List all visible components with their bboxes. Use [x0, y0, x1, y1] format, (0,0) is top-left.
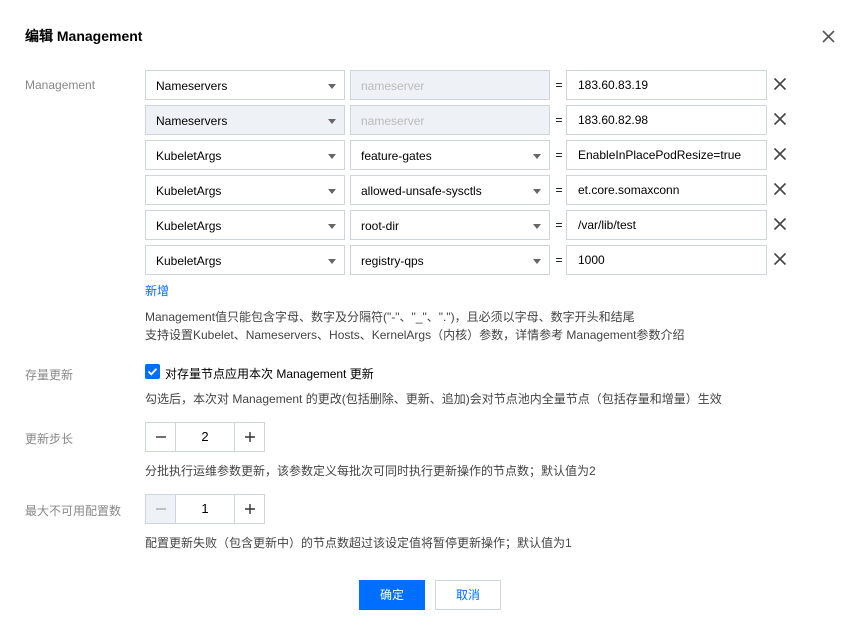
- max-unavailable-tip: 配置更新失败（包含更新中）的节点数超过该设定值将暂停更新操作；默认值为1: [145, 536, 572, 550]
- management-tip-line1: Management值只能包含字母、数字及分隔符("-"、"_"、".")，且必…: [145, 310, 635, 324]
- update-step-stepper: 2: [145, 422, 265, 452]
- delete-row-icon[interactable]: [773, 147, 787, 161]
- management-row: KubeletArgs allowed-unsafe-sysctls = et.cor…: [145, 175, 805, 205]
- caret-down-icon: [533, 189, 541, 194]
- max-unavailable-input[interactable]: 1: [176, 495, 234, 523]
- caret-down-icon: [328, 259, 336, 264]
- management-type-value: Nameservers: [156, 114, 228, 128]
- caret-down-icon: [328, 154, 336, 159]
- caret-down-icon: [328, 84, 336, 89]
- delete-row-icon[interactable]: [773, 112, 787, 126]
- management-key-value: nameserver: [361, 79, 425, 93]
- update-step-increment-button[interactable]: [234, 423, 264, 451]
- management-value-input[interactable]: /var/lib/test: [566, 210, 767, 240]
- management-key-select[interactable]: feature-gates: [350, 140, 550, 170]
- management-type-select[interactable]: KubeletArgs: [145, 175, 345, 205]
- management-type-select[interactable]: Nameservers: [145, 70, 345, 100]
- management-tip-line2: 支持设置Kubelet、Nameservers、Hosts、KernelArgs…: [145, 328, 685, 342]
- management-row: Nameservers nameserver = 183.60.82.98: [145, 105, 805, 135]
- management-row: KubeletArgs registry-qps = 1000: [145, 245, 805, 275]
- management-key-value: allowed-unsafe-sysctls: [361, 184, 482, 198]
- delete-row-icon[interactable]: [773, 252, 787, 266]
- management-type-value: KubeletArgs: [156, 149, 222, 163]
- caret-down-icon: [533, 259, 541, 264]
- stock-update-checkbox-label[interactable]: 对存量节点应用本次 Management 更新: [165, 365, 374, 382]
- caret-down-icon: [328, 224, 336, 229]
- plus-icon: [245, 504, 255, 514]
- equals-sign: =: [555, 78, 563, 92]
- management-key-select[interactable]: registry-qps: [350, 245, 550, 275]
- management-type-select[interactable]: Nameservers: [145, 105, 345, 135]
- management-type-select[interactable]: KubeletArgs: [145, 140, 345, 170]
- max-unavailable-stepper: 1: [145, 494, 265, 524]
- update-step-input[interactable]: 2: [176, 423, 234, 451]
- management-value-input[interactable]: EnableInPlacePodResize=true: [566, 140, 767, 170]
- stock-update-checkbox[interactable]: [145, 364, 160, 379]
- confirm-button[interactable]: 确定: [359, 580, 425, 610]
- update-step-decrement-button[interactable]: [146, 423, 176, 451]
- management-type-value: KubeletArgs: [156, 219, 222, 233]
- delete-row-icon[interactable]: [773, 217, 787, 231]
- management-key-value: registry-qps: [361, 254, 424, 268]
- delete-row-icon[interactable]: [773, 182, 787, 196]
- update-step-tip: 分批执行运维参数更新，该参数定义每批次可同时执行更新操作的节点数；默认值为2: [145, 464, 596, 478]
- management-key-value: feature-gates: [361, 149, 432, 163]
- check-icon: [147, 368, 158, 376]
- management-type-value: KubeletArgs: [156, 254, 222, 268]
- management-value-input[interactable]: 183.60.83.19: [566, 70, 767, 100]
- management-row: Nameservers nameserver = 183.60.83.19: [145, 70, 805, 100]
- management-key-select[interactable]: root-dir: [350, 210, 550, 240]
- management-value-input[interactable]: et.core.somaxconn: [566, 175, 767, 205]
- equals-sign: =: [555, 113, 563, 127]
- caret-down-icon: [533, 224, 541, 229]
- max-unavailable-decrement-button[interactable]: [146, 495, 176, 523]
- max-unavailable-increment-button[interactable]: [234, 495, 264, 523]
- management-key-select[interactable]: allowed-unsafe-sysctls: [350, 175, 550, 205]
- minus-icon: [156, 508, 166, 510]
- equals-sign: =: [555, 253, 563, 267]
- equals-sign: =: [555, 183, 563, 197]
- management-row: KubeletArgs feature-gates = EnableInPlacePo…: [145, 140, 805, 170]
- management-label: Management: [25, 78, 96, 92]
- management-type-value: Nameservers: [156, 79, 228, 93]
- dialog-title: 编辑 Management: [25, 28, 143, 44]
- management-type-select[interactable]: KubeletArgs: [145, 210, 345, 240]
- minus-icon: [156, 436, 166, 438]
- delete-row-icon[interactable]: [773, 77, 787, 91]
- plus-icon: [245, 432, 255, 442]
- management-row: KubeletArgs root-dir =/var/lib/test: [145, 210, 805, 240]
- add-management-link[interactable]: 新增: [145, 282, 169, 299]
- equals-sign: =: [555, 218, 563, 232]
- management-value-input[interactable]: 183.60.82.98: [566, 105, 767, 135]
- stock-update-tip: 勾选后，本次对 Management 的更改(包括删除、更新、追加)会对节点池内…: [145, 392, 722, 406]
- management-value-input[interactable]: 1000: [566, 245, 767, 275]
- management-type-select[interactable]: KubeletArgs: [145, 245, 345, 275]
- caret-down-icon: [328, 119, 336, 124]
- management-key-select[interactable]: nameserver: [350, 70, 550, 100]
- caret-down-icon: [533, 154, 541, 159]
- stock-update-label: 存量更新: [25, 368, 74, 382]
- cancel-button[interactable]: 取消: [435, 580, 501, 610]
- management-key-select[interactable]: nameserver: [350, 105, 550, 135]
- caret-down-icon: [328, 189, 336, 194]
- close-icon[interactable]: [820, 28, 837, 45]
- max-unavailable-label: 最大不可用配置数: [25, 504, 122, 518]
- management-key-value: root-dir: [361, 219, 400, 233]
- update-step-label: 更新步长: [25, 432, 74, 446]
- equals-sign: =: [555, 148, 563, 162]
- management-key-value: nameserver: [361, 114, 425, 128]
- management-type-value: KubeletArgs: [156, 184, 222, 198]
